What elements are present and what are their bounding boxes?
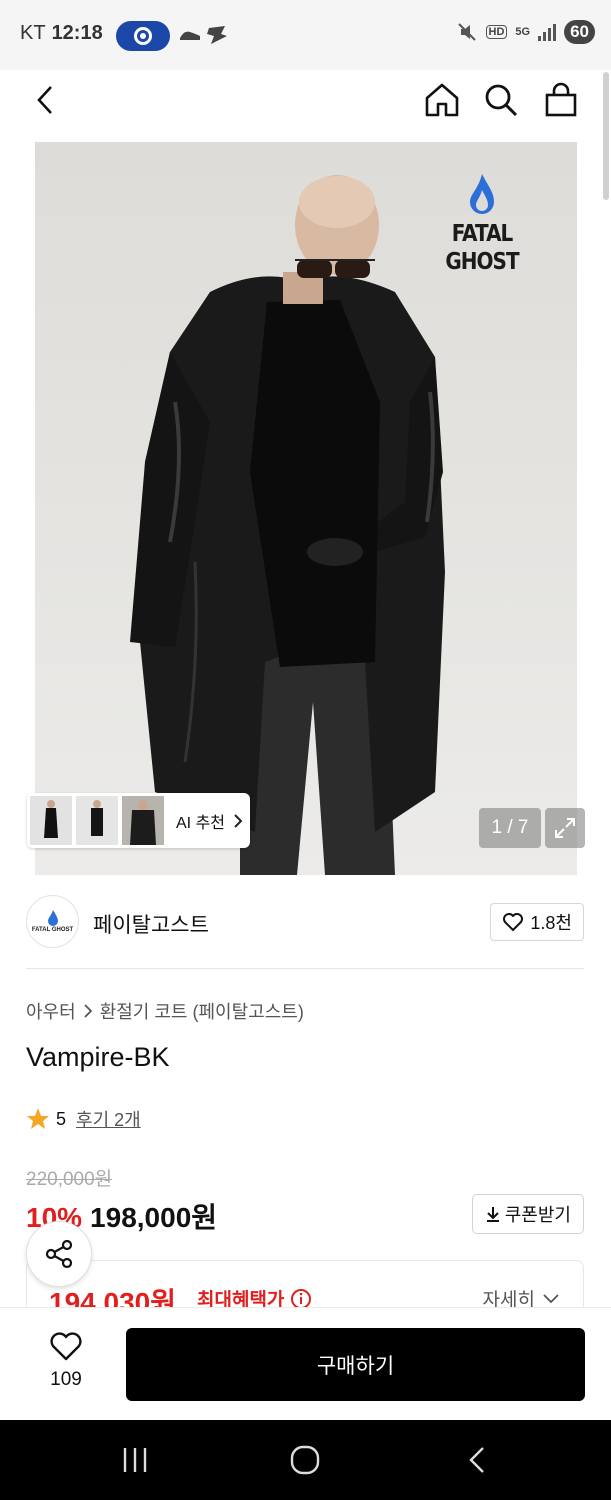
shopping-bag-icon: [545, 82, 577, 117]
status-icons: HD 5G 60: [456, 20, 595, 44]
screen-record-pill-icon[interactable]: [116, 21, 170, 51]
category-breadcrumb: 아우터 환절기 코트 (페이탈고스트): [26, 998, 304, 1024]
chevron-right-icon: [84, 1004, 92, 1018]
thumbnail-3[interactable]: [122, 796, 164, 845]
page-scrollbar[interactable]: [603, 72, 609, 200]
clock-time: 12:18: [51, 22, 103, 44]
hd-voice-badge: HD: [485, 25, 508, 39]
coupon-label: 쿠폰받기: [504, 1205, 571, 1225]
flame-logo-icon: [47, 910, 58, 926]
review-count-link[interactable]: 후기 2개: [76, 1106, 141, 1132]
share-icon: [45, 1239, 73, 1269]
chevron-down-icon: [543, 1293, 559, 1303]
breadcrumb-category[interactable]: 환절기 코트 (페이탈고스트): [100, 998, 304, 1024]
status-bar: KT 12:18 HD 5G 60: [0, 0, 611, 70]
system-back-button[interactable]: [455, 1444, 499, 1476]
status-carrier: KT 12:18: [20, 22, 103, 45]
battery-level: 60: [564, 20, 595, 44]
top-navigation: [0, 70, 611, 130]
expand-icon: [555, 818, 575, 838]
back-icon: [469, 1447, 484, 1473]
brand-avatar[interactable]: FATAL GHOST: [26, 895, 79, 948]
carrier-label: KT: [20, 22, 46, 44]
ai-recommend-strip[interactable]: AI 추천: [27, 793, 250, 848]
thumbnail-1[interactable]: [30, 796, 72, 845]
messenger-notification-icon: [207, 26, 227, 44]
breadcrumb-outer[interactable]: 아우터: [26, 998, 76, 1024]
flame-logo-icon: [470, 174, 494, 214]
share-button[interactable]: [26, 1221, 92, 1287]
section-divider: [26, 968, 584, 969]
brand-logo-text: FATAL GHOST: [445, 219, 519, 275]
thumbnail-2[interactable]: [76, 796, 118, 845]
home-circle-icon: [290, 1445, 320, 1475]
home-system-button[interactable]: [283, 1444, 327, 1476]
search-button[interactable]: [479, 78, 523, 122]
buy-button[interactable]: 구매하기: [126, 1328, 585, 1401]
brand-like-button[interactable]: 1.8천: [490, 903, 584, 941]
ai-recommend-link[interactable]: AI 추천: [176, 809, 243, 833]
brand-name-link[interactable]: 페이탈고스트: [93, 909, 209, 939]
heart-icon: [50, 1332, 82, 1361]
product-rating: 5 후기 2개: [26, 1106, 141, 1132]
product-title: Vampire-BK: [26, 1042, 170, 1072]
heart-icon: [503, 913, 524, 931]
recent-apps-button[interactable]: [113, 1444, 157, 1476]
original-price: 220,000원: [26, 1169, 113, 1190]
download-icon: [486, 1207, 499, 1222]
chevron-right-icon: [234, 813, 243, 828]
home-button[interactable]: [420, 78, 464, 122]
network-type-label: 5G: [515, 26, 531, 38]
cart-button[interactable]: [539, 78, 583, 122]
mute-icon: [457, 23, 476, 41]
signal-strength-icon: [538, 23, 557, 41]
brand-like-count: 1.8천: [530, 913, 572, 933]
search-icon: [485, 84, 518, 117]
home-icon: [425, 83, 459, 117]
purchase-bar: 109 구매하기: [0, 1307, 611, 1420]
brand-avatar-text: FATAL GHOST: [31, 927, 74, 933]
app-notification-icon: [180, 31, 200, 40]
sale-price: 198,000원: [90, 1202, 218, 1233]
expand-image-button[interactable]: [545, 808, 585, 848]
rating-value: 5: [56, 1108, 67, 1129]
wishlist-count: 109: [50, 1369, 82, 1390]
brand-row: FATAL GHOST 페이탈고스트 1.8천: [26, 895, 586, 949]
back-button[interactable]: [24, 78, 68, 122]
back-icon: [37, 86, 52, 114]
wishlist-button[interactable]: 109: [30, 1332, 102, 1391]
recent-apps-icon: [123, 1448, 147, 1472]
product-image-carousel[interactable]: FATAL GHOST: [35, 142, 577, 875]
system-navigation-bar: [0, 1420, 611, 1500]
brand-watermark-logo: FATAL GHOST: [417, 174, 547, 275]
coupon-download-button[interactable]: 쿠폰받기: [471, 1194, 584, 1234]
ai-recommend-label: AI 추천: [176, 814, 226, 832]
image-counter: 1 / 7: [479, 808, 541, 848]
star-icon: [27, 1108, 49, 1129]
